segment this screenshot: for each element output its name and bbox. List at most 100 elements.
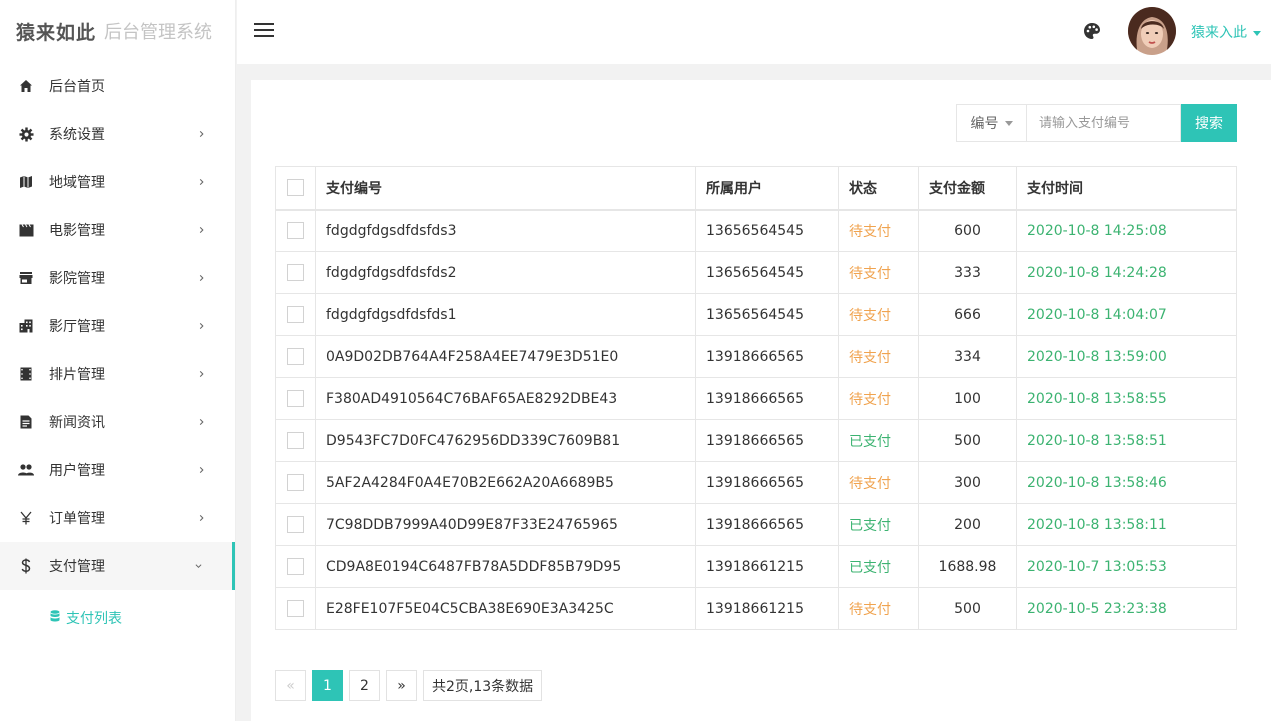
row-checkbox-cell xyxy=(275,335,316,378)
sidebar-item-label: 支付管理 xyxy=(49,559,105,575)
sidebar-item-cinema[interactable]: 影院管理 xyxy=(0,254,235,302)
sidebar-item-movie[interactable]: 电影管理 xyxy=(0,206,235,254)
status-cell: 已支付 xyxy=(838,419,919,462)
table-row: CD9A8E0194C6487FB78A5DDF85B79D95 13918661… xyxy=(275,545,1237,588)
chevron-right-icon xyxy=(199,467,204,473)
sidebar-subitem-payment-list[interactable]: 支付列表 xyxy=(0,590,235,646)
map-icon xyxy=(18,174,34,190)
row-checkbox-cell xyxy=(275,545,316,588)
page-1-button[interactable]: 1 xyxy=(312,670,343,701)
avatar[interactable] xyxy=(1128,7,1176,55)
store-icon xyxy=(18,270,34,286)
row-checkbox[interactable] xyxy=(287,516,304,533)
menu-toggle-icon[interactable] xyxy=(254,23,274,39)
time-cell: 2020-10-8 14:24:28 xyxy=(1016,251,1237,294)
amount-cell: 666 xyxy=(918,293,1017,336)
col-header-user: 所属用户 xyxy=(695,166,839,210)
row-checkbox[interactable] xyxy=(287,390,304,407)
row-checkbox-cell xyxy=(275,293,316,336)
select-all-checkbox[interactable] xyxy=(287,179,304,197)
payment-table: 支付编号 所属用户 状态 支付金额 支付时间 fdgdgfdgsdfdsfds3… xyxy=(275,166,1237,630)
page-2-button[interactable]: 2 xyxy=(349,670,380,701)
sidebar-item-schedule[interactable]: 排片管理 xyxy=(0,350,235,398)
sidebar-item-label: 订单管理 xyxy=(49,511,105,527)
table-row: fdgdgfdgsdfdsfds1 13656564545 待支付 666 2020-1… xyxy=(275,293,1237,336)
col-header-amount: 支付金额 xyxy=(918,166,1017,210)
logo-brand: 猿来如此 xyxy=(16,21,97,44)
row-checkbox-cell xyxy=(275,461,316,504)
status-cell: 待支付 xyxy=(838,461,919,504)
news-icon xyxy=(18,414,34,430)
sidebar-item-users[interactable]: 用户管理 xyxy=(0,446,235,494)
sidebar-item-orders[interactable]: 订单管理 xyxy=(0,494,235,542)
next-page-button[interactable]: » xyxy=(386,670,417,701)
row-checkbox[interactable] xyxy=(287,264,304,281)
row-checkbox[interactable] xyxy=(287,600,304,617)
amount-cell: 600 xyxy=(918,209,1017,252)
search-field-select[interactable]: 编号 xyxy=(956,104,1026,142)
sidebar-item-home[interactable]: 后台首页 xyxy=(0,62,235,110)
select-all-cell xyxy=(275,166,316,210)
chevron-right-icon xyxy=(199,227,204,233)
caret-down-icon xyxy=(1253,30,1261,36)
table-row: 5AF2A4284F0A4E70B2E662A20A6689B5 13918666… xyxy=(275,461,1237,504)
row-checkbox[interactable] xyxy=(287,558,304,575)
status-cell: 已支付 xyxy=(838,503,919,546)
palette-icon[interactable] xyxy=(1083,22,1101,40)
amount-cell: 1688.98 xyxy=(918,545,1017,588)
table-row: 7C98DDB7999A40D99E87F33E24765965 13918666… xyxy=(275,503,1237,546)
row-checkbox[interactable] xyxy=(287,432,304,449)
table-row: E28FE107F5E04C5CBA38E690E3A3425C 13918661… xyxy=(275,587,1237,630)
user-cell: 13656564545 xyxy=(695,251,839,294)
sidebar-item-label: 新闻资讯 xyxy=(49,415,105,431)
row-checkbox-cell xyxy=(275,209,316,252)
chevron-right-icon xyxy=(199,323,204,329)
row-checkbox-cell xyxy=(275,503,316,546)
status-cell: 待支付 xyxy=(838,335,919,378)
payment-id-cell: fdgdgfdgsdfdsfds2 xyxy=(315,251,696,294)
sidebar-item-system-settings[interactable]: 系统设置 xyxy=(0,110,235,158)
dollar-icon xyxy=(18,558,34,574)
user-cell: 13918666565 xyxy=(695,419,839,462)
row-checkbox-cell xyxy=(275,587,316,630)
row-checkbox[interactable] xyxy=(287,306,304,323)
row-checkbox[interactable] xyxy=(287,474,304,491)
table-row: 0A9D02DB764A4F258A4EE7479E3D51E0 13918666… xyxy=(275,335,1237,378)
movie-icon xyxy=(18,222,34,238)
col-header-status: 状态 xyxy=(838,166,919,210)
row-checkbox[interactable] xyxy=(287,348,304,365)
row-checkbox[interactable] xyxy=(287,222,304,240)
prev-page-button[interactable]: « xyxy=(275,670,306,701)
chevron-right-icon xyxy=(199,131,204,137)
sidebar-item-payment[interactable]: 支付管理 xyxy=(0,542,235,590)
user-menu[interactable]: 猿来入此 xyxy=(1191,22,1261,42)
time-cell: 2020-10-8 13:58:55 xyxy=(1016,377,1237,420)
sidebar-item-hall[interactable]: 影厅管理 xyxy=(0,302,235,350)
status-cell: 待支付 xyxy=(838,209,919,252)
row-checkbox-cell xyxy=(275,251,316,294)
col-header-payment-id: 支付编号 xyxy=(315,166,696,210)
sidebar-item-label: 后台首页 xyxy=(49,79,105,95)
building-icon xyxy=(18,318,34,334)
payment-id-cell: 5AF2A4284F0A4E70B2E662A20A6689B5 xyxy=(315,461,696,504)
user-cell: 13918661215 xyxy=(695,587,839,630)
main-card: 编号 搜索 支付编号 所属用户 状态 支付金额 支付时间 fdgdgfdgsdf… xyxy=(251,80,1271,721)
logo[interactable]: 猿来如此 后台管理系统 xyxy=(0,0,235,62)
status-cell: 待支付 xyxy=(838,587,919,630)
time-cell: 2020-10-8 13:58:51 xyxy=(1016,419,1237,462)
payment-id-cell: 7C98DDB7999A40D99E87F33E24765965 xyxy=(315,503,696,546)
search-input[interactable] xyxy=(1026,104,1181,142)
yen-icon xyxy=(18,510,34,526)
status-cell: 待支付 xyxy=(838,251,919,294)
status-cell: 待支付 xyxy=(838,377,919,420)
payment-id-cell: E28FE107F5E04C5CBA38E690E3A3425C xyxy=(315,587,696,630)
table-row: F380AD4910564C76BAF65AE8292DBE43 13918666… xyxy=(275,377,1237,420)
search-bar: 编号 搜索 xyxy=(956,104,1237,142)
sidebar-item-news[interactable]: 新闻资讯 xyxy=(0,398,235,446)
sidebar-item-region[interactable]: 地域管理 xyxy=(0,158,235,206)
amount-cell: 500 xyxy=(918,587,1017,630)
pagination: « 1 2 » 共2页,13条数据 xyxy=(275,670,548,701)
sidebar-item-label: 地域管理 xyxy=(49,175,105,191)
search-button[interactable]: 搜索 xyxy=(1181,104,1237,142)
status-cell: 已支付 xyxy=(838,545,919,588)
